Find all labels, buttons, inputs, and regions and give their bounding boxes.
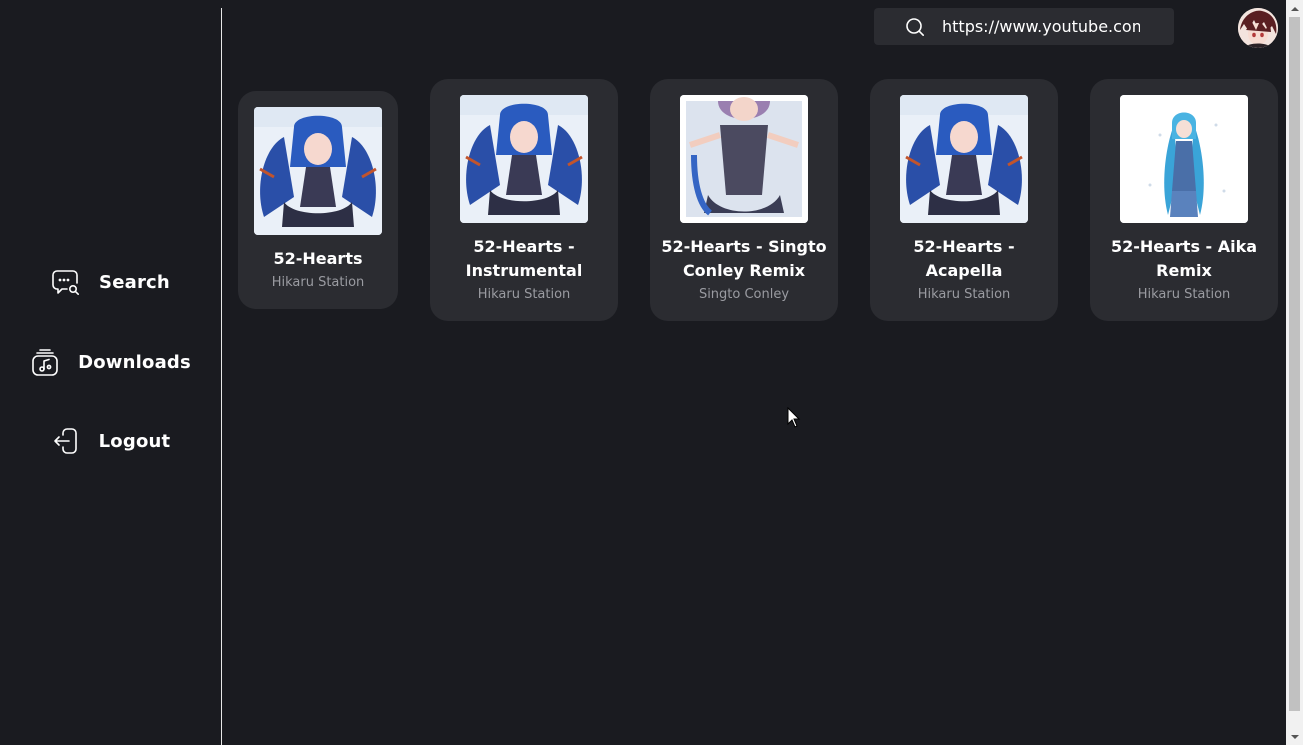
track-artist: Hikaru Station <box>477 287 571 302</box>
track-artist: Hikaru Station <box>917 287 1011 302</box>
track-artist: Singto Conley <box>698 287 790 302</box>
track-title: 52-Hearts - Acapella <box>913 237 1015 280</box>
sidebar-item-label: Logout <box>98 430 171 452</box>
sidebar-item-logout[interactable]: Logout <box>0 421 221 461</box>
scroll-up-arrow-icon[interactable] <box>1286 0 1303 17</box>
logout-icon <box>51 426 81 456</box>
scroll-down-arrow-icon[interactable] <box>1286 728 1303 745</box>
track-artist: Hikaru Station <box>271 275 365 290</box>
search-input[interactable] <box>942 17 1140 36</box>
sidebar-divider <box>221 8 222 745</box>
mouse-cursor-icon <box>787 406 801 429</box>
track-title: 52-Hearts - Instrumental <box>465 237 583 280</box>
music-library-icon <box>30 347 60 377</box>
track-card[interactable]: 52-Hearts Hikaru Station <box>238 91 398 309</box>
scrollbar[interactable] <box>1286 0 1303 745</box>
sidebar: Search Downloads Logout <box>0 0 221 745</box>
album-art <box>1120 95 1248 223</box>
app-root: Search Downloads Logout https://www.yout… <box>0 0 1303 745</box>
avatar[interactable] <box>1238 8 1278 48</box>
track-card[interactable]: 52-Hearts - Acapella Hikaru Station <box>870 79 1058 321</box>
track-card[interactable]: 52-Hearts - Instrumental Hikaru Station <box>430 79 618 321</box>
search-icon[interactable] <box>904 16 926 38</box>
scrollbar-thumb[interactable] <box>1289 17 1300 711</box>
track-card[interactable]: 52-Hearts - Aika Remix Hikaru Station <box>1090 79 1278 321</box>
track-title: 52-Hearts <box>273 249 363 268</box>
album-art <box>460 95 588 223</box>
sidebar-item-search[interactable]: Search <box>0 262 221 302</box>
album-art <box>900 95 1028 223</box>
track-title: 52-Hearts - Singto Conley Remix <box>661 237 827 280</box>
search-chat-icon <box>51 267 81 297</box>
track-card[interactable]: 52-Hearts - Singto Conley Remix Singto C… <box>650 79 838 321</box>
sidebar-item-label: Search <box>99 271 170 293</box>
album-art <box>254 107 382 235</box>
sidebar-item-downloads[interactable]: Downloads <box>0 342 221 382</box>
album-art <box>680 95 808 223</box>
track-artist: Hikaru Station <box>1137 287 1231 302</box>
track-title: 52-Hearts - Aika Remix <box>1110 237 1258 280</box>
search-bar[interactable] <box>874 8 1174 45</box>
sidebar-item-label: Downloads <box>78 351 191 373</box>
